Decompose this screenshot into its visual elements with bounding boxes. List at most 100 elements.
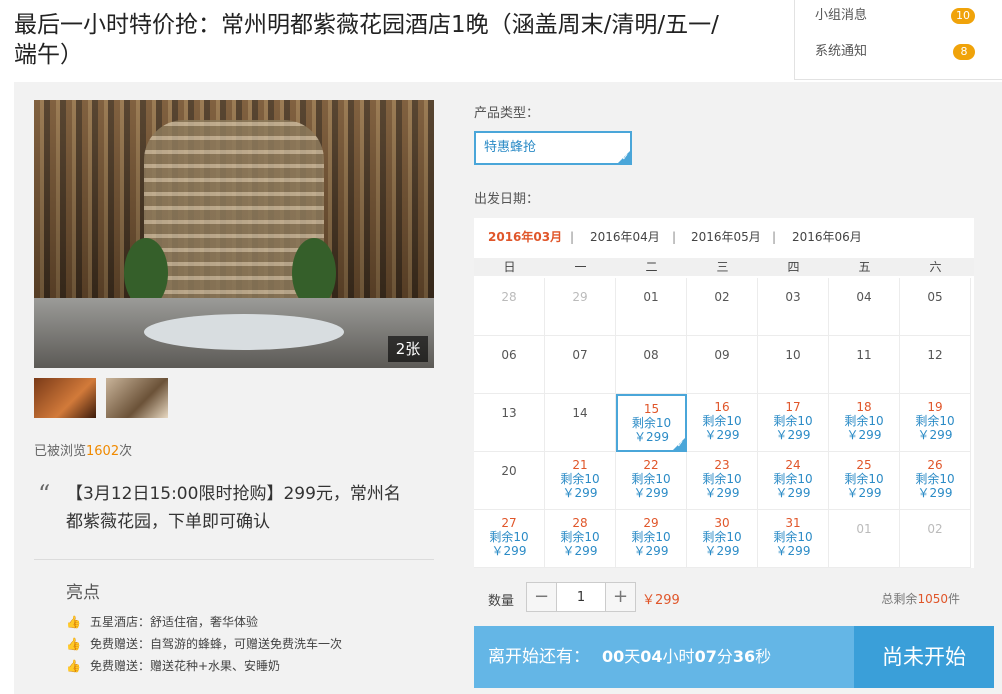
calendar-day[interactable]: 11 — [829, 336, 900, 394]
calendar-day[interactable]: 20 — [474, 452, 545, 510]
photo-pool — [144, 314, 344, 350]
calendar-day[interactable]: 21 剩余10 ￥299 — [545, 452, 616, 510]
product-type-label: 产品类型： — [474, 106, 540, 121]
day-number: 17 — [785, 400, 801, 414]
plus-button[interactable]: + — [605, 583, 635, 611]
calendar-day[interactable]: 10 — [758, 336, 829, 394]
calendar-day[interactable]: 27 剩余10 ￥299 — [474, 510, 545, 568]
view-count: 已被浏览1602次 — [34, 440, 132, 459]
calendar-day-selected[interactable]: 15 剩余10 ￥299 ✓ — [616, 394, 687, 452]
calendar-day[interactable]: 17 剩余10 ￥299 — [758, 394, 829, 452]
unread-count-badge: 10 — [951, 8, 975, 24]
tab-month-2016-06[interactable]: 2016年06月 — [792, 218, 862, 256]
tab-month-2016-03[interactable]: 2016年03月 — [488, 218, 562, 256]
countdown-days: 00 — [602, 647, 625, 666]
tab-month-2016-05[interactable]: 2016年05月 — [691, 218, 761, 256]
calendar-day[interactable]: 04 — [829, 278, 900, 336]
day-number: 13 — [501, 406, 517, 420]
day-number: 29 — [572, 290, 588, 304]
hotel-main-photo[interactable]: 2张 — [34, 100, 434, 368]
calendar-day[interactable]: 05 — [900, 278, 971, 336]
day-number: 18 — [856, 400, 872, 414]
day-stock: 剩余10 — [773, 472, 813, 486]
not-started-button[interactable]: 尚未开始 — [854, 626, 994, 688]
calendar-day[interactable]: 12 — [900, 336, 971, 394]
date-calendar: 2016年03月 | 2016年04月 | 2016年05月 | 2016年06… — [474, 218, 974, 568]
highlight-item: 👍 免费赠送：赠送花种+水果、安睡奶 — [66, 657, 280, 675]
calendar-day[interactable]: 01 — [616, 278, 687, 336]
day-number: 24 — [785, 458, 801, 472]
day-number: 03 — [785, 290, 801, 304]
calendar-day[interactable]: 29 剩余10 ￥299 — [616, 510, 687, 568]
calendar-day[interactable]: 02 — [900, 510, 971, 568]
countdown-seconds: 36 — [732, 647, 756, 666]
day-number: 14 — [572, 406, 588, 420]
calendar-day[interactable]: 28 — [474, 278, 545, 336]
calendar-day[interactable]: 30 剩余10 ￥299 — [687, 510, 758, 568]
day-number: 27 — [501, 516, 517, 530]
calendar-day[interactable]: 01 — [829, 510, 900, 568]
calendar-day[interactable]: 06 — [474, 336, 545, 394]
product-panel: 2张 已被浏览1602次 “ 【3月12日15:00限时抢购】299元，常州名都… — [14, 82, 1002, 694]
calendar-day[interactable]: 25 剩余10 ￥299 — [829, 452, 900, 510]
calendar-day[interactable]: 18 剩余10 ￥299 — [829, 394, 900, 452]
calendar-day[interactable]: 03 — [758, 278, 829, 336]
highlights-title: 亮点 — [66, 583, 100, 603]
promo-text: 【3月12日15:00限时抢购】299元，常州名都紫薇花园，下单即可确认 — [66, 484, 401, 532]
weekday-label: 日 — [503, 260, 516, 274]
photo-thumbnail[interactable] — [106, 378, 168, 418]
day-number: 29 — [643, 516, 659, 530]
tab-month-2016-04[interactable]: 2016年04月 — [590, 218, 660, 256]
day-number: 22 — [643, 458, 659, 472]
calendar-day[interactable]: 19 剩余10 ￥299 — [900, 394, 971, 452]
minus-button[interactable]: − — [527, 583, 557, 611]
notif-label: 系统通知 — [815, 44, 868, 59]
day-number: 01 — [643, 290, 659, 304]
calendar-day[interactable]: 28 剩余10 ￥299 — [545, 510, 616, 568]
day-price: ￥299 — [704, 544, 740, 558]
remain-number: 1050 — [917, 592, 948, 606]
notif-system[interactable]: 系统通知 8 — [815, 42, 975, 62]
check-icon: ✓ — [621, 153, 629, 163]
weekday-label: 二 — [645, 260, 658, 274]
remain-suffix: 件 — [947, 592, 960, 606]
day-number: 04 — [856, 290, 872, 304]
calendar-day[interactable]: 23 剩余10 ￥299 — [687, 452, 758, 510]
day-number: 28 — [501, 290, 517, 304]
highlight-text: 五星酒店：舒适住宿，奢华体验 — [90, 615, 259, 629]
calendar-day[interactable]: 13 — [474, 394, 545, 452]
day-price: ￥299 — [846, 428, 882, 442]
page-title: 最后一小时特价抢：常州明都紫薇花园酒店1晚（涵盖周末/清明/五一/端午） — [14, 12, 719, 68]
views-prefix: 已被浏览 — [34, 444, 87, 459]
promo-block: “ 【3月12日15:00限时抢购】299元，常州名都紫薇花园，下单即可确认 — [34, 474, 434, 559]
highlight-item: 👍 免费赠送：自驾游的蜂蜂，可赠送免费洗车一次 — [66, 635, 342, 653]
notif-group-messages[interactable]: 小组消息 10 — [815, 6, 975, 26]
photo-thumbnail[interactable] — [34, 378, 96, 418]
calendar-day[interactable]: 29 — [545, 278, 616, 336]
calendar-day[interactable]: 08 — [616, 336, 687, 394]
countdown-unit: 天 — [624, 647, 641, 666]
unit-price: ￥299 — [642, 593, 680, 608]
product-type-option[interactable]: 特惠蜂抢 ✓ — [474, 131, 632, 165]
calendar-day[interactable]: 31 剩余10 ￥299 — [758, 510, 829, 568]
day-price: ￥299 — [917, 428, 953, 442]
highlight-item: 👍 五星酒店：舒适住宿，奢华体验 — [66, 613, 258, 631]
countdown-unit: 分 — [716, 647, 733, 666]
calendar-day[interactable]: 09 — [687, 336, 758, 394]
calendar-day[interactable]: 22 剩余10 ￥299 — [616, 452, 687, 510]
day-price: ￥299 — [633, 544, 669, 558]
calendar-day[interactable]: 26 剩余10 ￥299 — [900, 452, 971, 510]
day-number: 31 — [785, 516, 801, 530]
calendar-day[interactable]: 02 — [687, 278, 758, 336]
day-number: 12 — [927, 348, 943, 362]
calendar-day[interactable]: 14 — [545, 394, 616, 452]
calendar-day[interactable]: 24 剩余10 ￥299 — [758, 452, 829, 510]
weekday-label: 四 — [787, 260, 800, 274]
countdown-prefix: 离开始还有： — [488, 647, 590, 667]
quantity-input[interactable] — [557, 583, 605, 611]
calendar-day[interactable]: 16 剩余10 ￥299 — [687, 394, 758, 452]
day-price: ￥299 — [704, 486, 740, 500]
day-price: ￥299 — [917, 486, 953, 500]
day-number: 01 — [856, 522, 872, 536]
calendar-day[interactable]: 07 — [545, 336, 616, 394]
